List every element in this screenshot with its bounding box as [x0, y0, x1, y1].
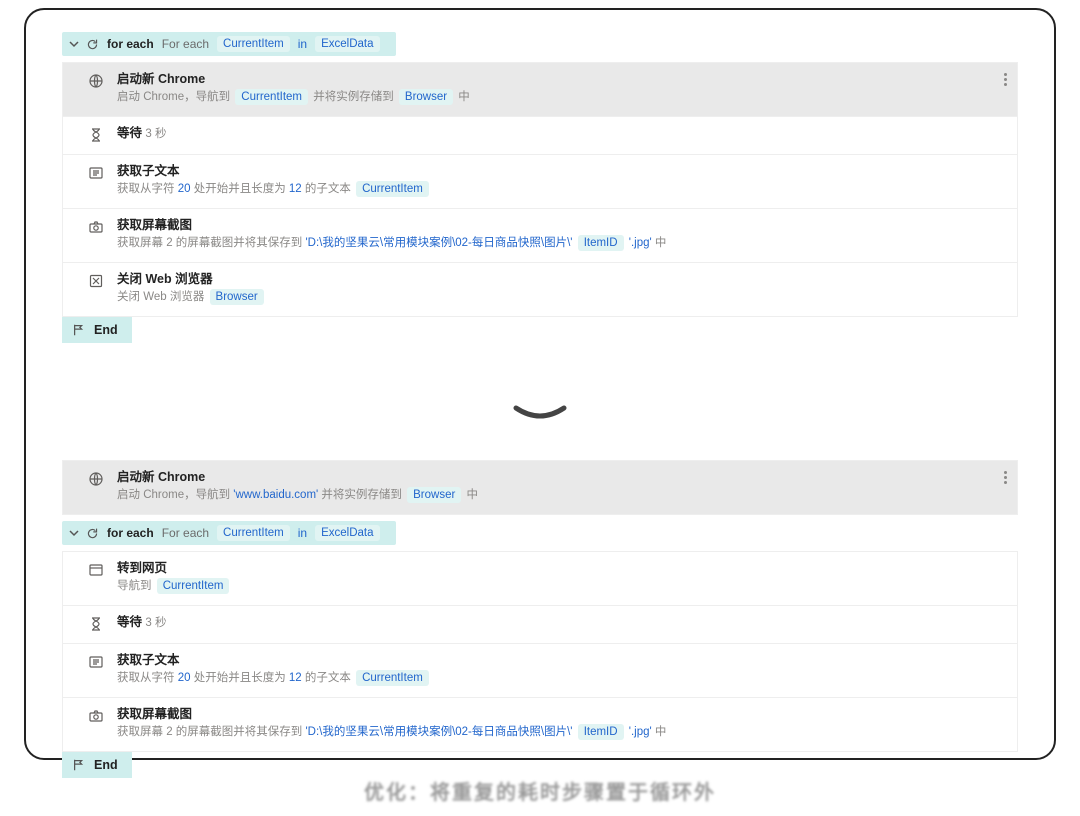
flag-icon: [72, 758, 86, 772]
action-row[interactable]: 启动新 Chrome启动 Chrome，导航到 CurrentItem 并将实例…: [63, 63, 1017, 117]
loop-keyword: for each: [107, 37, 154, 51]
action-row[interactable]: 获取子文本获取从字符 20 处开始并且长度为 12 的子文本 CurrentIt…: [63, 155, 1017, 209]
upper-actions: 启动新 Chrome启动 Chrome，导航到 CurrentItem 并将实例…: [62, 62, 1018, 317]
camera-icon: [87, 707, 105, 725]
action-row[interactable]: 获取屏幕截图获取屏幕 2 的屏幕截图并将其保存到 'D:\我的坚果云\常用模块案…: [63, 698, 1017, 751]
loop-var: CurrentItem: [217, 36, 290, 52]
action-row[interactable]: 获取屏幕截图获取屏幕 2 的屏幕截图并将其保存到 'D:\我的坚果云\常用模块案…: [63, 209, 1017, 263]
loop-end-lower[interactable]: End: [62, 752, 132, 778]
action-row[interactable]: 关闭 Web 浏览器关闭 Web 浏览器 Browser: [63, 263, 1017, 316]
action-row[interactable]: 等待 3 秒: [63, 117, 1017, 155]
loop-end-upper[interactable]: End: [62, 317, 132, 343]
loop-in: in: [298, 37, 307, 51]
text-icon: [87, 653, 105, 671]
more-icon[interactable]: [1004, 471, 1007, 484]
loop-keyword: for each: [107, 526, 154, 540]
more-icon[interactable]: [1004, 73, 1007, 86]
hourglass-icon: [87, 126, 105, 144]
action-row[interactable]: 等待 3 秒: [63, 606, 1017, 644]
lower-flow: 启动新 Chrome启动 Chrome，导航到 'www.baidu.com' …: [62, 460, 1018, 778]
chevron-down-icon[interactable]: [68, 38, 80, 50]
globe-icon: [87, 72, 105, 90]
flag-icon: [72, 323, 86, 337]
window-icon: [87, 561, 105, 579]
loop-icon: [86, 527, 99, 540]
action-row[interactable]: 转到网页导航到 CurrentItem: [63, 552, 1017, 606]
loop-src: ExcelData: [315, 36, 379, 52]
loop-plain: For each: [162, 37, 209, 51]
action-row[interactable]: 启动新 Chrome启动 Chrome，导航到 'www.baidu.com' …: [63, 461, 1017, 514]
globe-icon: [87, 470, 105, 488]
loop-in: in: [298, 526, 307, 540]
loop-src: ExcelData: [315, 525, 379, 541]
caption: 优化：将重复的耗时步骤置于循环外: [0, 776, 1080, 805]
screenshot-card: for each For each CurrentItem in ExcelDa…: [24, 8, 1056, 760]
loop-plain: For each: [162, 526, 209, 540]
camera-icon: [87, 218, 105, 236]
chevron-down-icon[interactable]: [68, 527, 80, 539]
launch-standalone: 启动新 Chrome启动 Chrome，导航到 'www.baidu.com' …: [62, 460, 1018, 515]
close-icon: [87, 272, 105, 290]
action-row[interactable]: 获取子文本获取从字符 20 处开始并且长度为 12 的子文本 CurrentIt…: [63, 644, 1017, 698]
hourglass-icon: [87, 615, 105, 633]
upper-flow: for each For each CurrentItem in ExcelDa…: [62, 32, 1018, 343]
loop-header-lower[interactable]: for each For each CurrentItem in ExcelDa…: [62, 521, 396, 545]
arrow-down-icon: [512, 404, 568, 422]
loop-header-upper[interactable]: for each For each CurrentItem in ExcelDa…: [62, 32, 396, 56]
loop-icon: [86, 38, 99, 51]
end-label: End: [94, 323, 118, 337]
lower-actions: 转到网页导航到 CurrentItem 等待 3 秒 获取子文本获取从字符 20…: [62, 551, 1018, 752]
text-icon: [87, 164, 105, 182]
end-label: End: [94, 758, 118, 772]
loop-var: CurrentItem: [217, 525, 290, 541]
